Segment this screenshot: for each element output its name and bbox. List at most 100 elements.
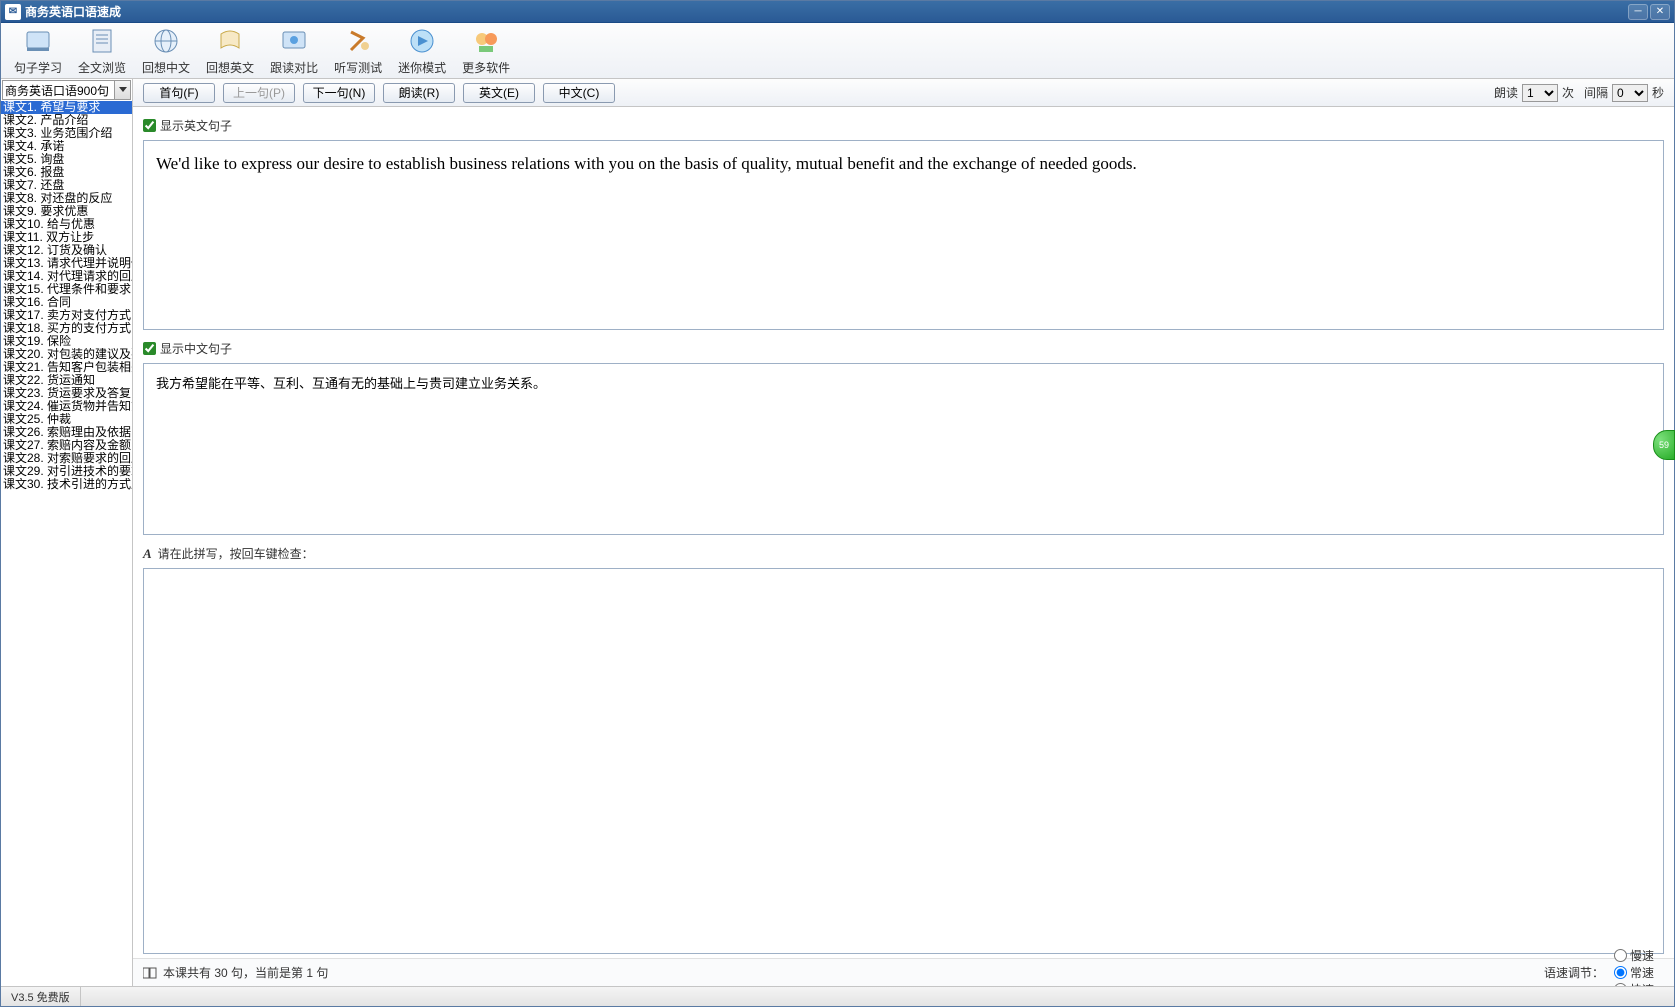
course-select-value: 商务英语口语900句 bbox=[5, 82, 109, 99]
show-chinese-checkbox[interactable] bbox=[143, 342, 156, 355]
lesson-item[interactable]: 课文20. 对包装的建议及要 bbox=[1, 348, 132, 361]
lesson-item[interactable]: 课文29. 对引进技术的要求 bbox=[1, 465, 132, 478]
float-badge[interactable]: 59 bbox=[1653, 430, 1675, 460]
tool-label: 句子学习 bbox=[14, 59, 62, 76]
lesson-item[interactable]: 课文24. 催运货物并告知货 bbox=[1, 400, 132, 413]
lesson-item[interactable]: 课文8. 对还盘的反应 bbox=[1, 192, 132, 205]
show-chinese-label: 显示中文句子 bbox=[160, 340, 232, 357]
interval-label: 间隔 bbox=[1584, 84, 1608, 101]
lesson-item[interactable]: 课文1. 希望与要求 bbox=[1, 101, 132, 114]
tool-more[interactable]: 更多软件 bbox=[455, 22, 517, 79]
more-icon bbox=[470, 25, 502, 57]
next-button[interactable]: 下一句(N) bbox=[303, 83, 375, 103]
recall-cn-icon bbox=[150, 25, 182, 57]
read-settings: 朗读 1 次 间隔 0 秒 bbox=[1494, 84, 1664, 102]
lesson-item[interactable]: 课文12. 订货及确认 bbox=[1, 244, 132, 257]
lesson-item[interactable]: 课文3. 业务范围介绍 bbox=[1, 127, 132, 140]
first-button[interactable]: 首句(F) bbox=[143, 83, 215, 103]
lesson-item[interactable]: 课文28. 对索赔要求的回应 bbox=[1, 452, 132, 465]
tool-mini[interactable]: 迷你模式 bbox=[391, 22, 453, 79]
book-icon bbox=[143, 967, 157, 979]
minimize-button[interactable]: ─ bbox=[1628, 4, 1648, 20]
tool-follow[interactable]: 跟读对比 bbox=[263, 22, 325, 79]
lesson-item[interactable]: 课文17. 卖方对支付方式的 bbox=[1, 309, 132, 322]
speed-option-1[interactable]: 常速 bbox=[1614, 964, 1654, 981]
tool-study[interactable]: 句子学习 bbox=[7, 22, 69, 79]
lesson-item[interactable]: 课文11. 双方让步 bbox=[1, 231, 132, 244]
read-times-select[interactable]: 1 bbox=[1522, 84, 1558, 102]
lesson-item[interactable]: 课文18. 买方的支付方式 bbox=[1, 322, 132, 335]
lesson-item[interactable]: 课文13. 请求代理并说明代理 bbox=[1, 257, 132, 270]
prev-button[interactable]: 上一句(P) bbox=[223, 83, 295, 103]
lesson-item[interactable]: 课文25. 仲裁 bbox=[1, 413, 132, 426]
tool-browse[interactable]: 全文浏览 bbox=[71, 22, 133, 79]
lesson-item[interactable]: 课文16. 合同 bbox=[1, 296, 132, 309]
status-bar: 本课共有 30 句，当前是第 1 句 语速调节： 慢速常速快速 bbox=[133, 958, 1674, 986]
follow-icon bbox=[278, 25, 310, 57]
browse-icon bbox=[86, 25, 118, 57]
chinese-sentence-text: 我方希望能在平等、互利、互通有无的基础上与贵司建立业务关系。 bbox=[156, 376, 546, 391]
dictation-icon bbox=[342, 25, 374, 57]
tool-label: 回想英文 bbox=[206, 59, 254, 76]
nav-row: 首句(F) 上一句(P) 下一句(N) 朗读(R) 英文(E) 中文(C) 朗读 1 次 … bbox=[133, 79, 1674, 107]
speed-option-0[interactable]: 慢速 bbox=[1614, 947, 1654, 964]
tool-label: 更多软件 bbox=[462, 59, 510, 76]
tool-recall-cn[interactable]: 回想中文 bbox=[135, 22, 197, 79]
study-icon bbox=[22, 25, 54, 57]
lesson-item[interactable]: 课文23. 货运要求及答复 bbox=[1, 387, 132, 400]
tool-label: 回想中文 bbox=[142, 59, 190, 76]
dropdown-icon[interactable] bbox=[114, 81, 130, 99]
lesson-item[interactable]: 课文22. 货运通知 bbox=[1, 374, 132, 387]
show-english-label: 显示英文句子 bbox=[160, 117, 232, 134]
lesson-item[interactable]: 课文2. 产品介绍 bbox=[1, 114, 132, 127]
spell-input[interactable] bbox=[143, 568, 1664, 954]
lesson-item[interactable]: 课文4. 承诺 bbox=[1, 140, 132, 153]
tool-label: 全文浏览 bbox=[78, 59, 126, 76]
speed-label: 语速调节： bbox=[1544, 964, 1604, 981]
speed-radio[interactable] bbox=[1614, 966, 1627, 979]
lesson-item[interactable]: 课文14. 对代理请求的回应 bbox=[1, 270, 132, 283]
spell-label: 请在此拼写，按回车键检查： bbox=[158, 545, 314, 562]
lesson-item[interactable]: 课文19. 保险 bbox=[1, 335, 132, 348]
lesson-item[interactable]: 课文30. 技术引进的方式及 bbox=[1, 478, 132, 491]
lesson-item[interactable]: 课文10. 给与优惠 bbox=[1, 218, 132, 231]
sidebar: 商务英语口语900句 课文1. 希望与要求课文2. 产品介绍课文3. 业务范围介… bbox=[1, 79, 133, 986]
lesson-item[interactable]: 课文26. 索赔理由及依据 bbox=[1, 426, 132, 439]
titlebar: ✉ 商务英语口语速成 ─ ✕ bbox=[1, 1, 1674, 23]
app-icon: ✉ bbox=[5, 4, 21, 20]
tool-label: 迷你模式 bbox=[398, 59, 446, 76]
lesson-item[interactable]: 课文6. 报盘 bbox=[1, 166, 132, 179]
spell-prefix: A bbox=[143, 546, 152, 562]
recall-en-icon bbox=[214, 25, 246, 57]
show-english-checkbox[interactable] bbox=[143, 119, 156, 132]
chinese-button[interactable]: 中文(C) bbox=[543, 83, 615, 103]
interval-select[interactable]: 0 bbox=[1612, 84, 1648, 102]
lesson-item[interactable]: 课文27. 索赔内容及金额 bbox=[1, 439, 132, 452]
lesson-item[interactable]: 课文9. 要求优惠 bbox=[1, 205, 132, 218]
read-button[interactable]: 朗读(R) bbox=[383, 83, 455, 103]
version-label: V3.5 免费版 bbox=[1, 987, 81, 1006]
main-toolbar: 句子学习全文浏览回想中文回想英文跟读对比听写测试迷你模式更多软件 bbox=[1, 23, 1674, 79]
lesson-item[interactable]: 课文5. 询盘 bbox=[1, 153, 132, 166]
footer: V3.5 免费版 bbox=[1, 986, 1674, 1006]
times-unit: 次 bbox=[1562, 84, 1574, 101]
window-title: 商务英语口语速成 bbox=[25, 3, 1628, 20]
lesson-list[interactable]: 课文1. 希望与要求课文2. 产品介绍课文3. 业务范围介绍课文4. 承诺课文5… bbox=[1, 101, 132, 986]
read-label: 朗读 bbox=[1494, 84, 1518, 101]
english-button[interactable]: 英文(E) bbox=[463, 83, 535, 103]
speed-radio[interactable] bbox=[1614, 949, 1627, 962]
lesson-item[interactable]: 课文7. 还盘 bbox=[1, 179, 132, 192]
tool-recall-en[interactable]: 回想英文 bbox=[199, 22, 261, 79]
english-sentence-box: We'd like to express our desire to estab… bbox=[143, 140, 1664, 330]
lesson-progress-text: 本课共有 30 句，当前是第 1 句 bbox=[163, 964, 328, 981]
close-button[interactable]: ✕ bbox=[1650, 4, 1670, 20]
tool-dictation[interactable]: 听写测试 bbox=[327, 22, 389, 79]
seconds-unit: 秒 bbox=[1652, 84, 1664, 101]
mini-icon bbox=[406, 25, 438, 57]
course-select[interactable]: 商务英语口语900句 bbox=[2, 80, 131, 100]
english-sentence-text: We'd like to express our desire to estab… bbox=[156, 154, 1137, 173]
lesson-item[interactable]: 课文21. 告知客户包装相关 bbox=[1, 361, 132, 374]
chinese-sentence-box: 我方希望能在平等、互利、互通有无的基础上与贵司建立业务关系。 bbox=[143, 363, 1664, 535]
tool-label: 跟读对比 bbox=[270, 59, 318, 76]
lesson-item[interactable]: 课文15. 代理条件和要求 bbox=[1, 283, 132, 296]
